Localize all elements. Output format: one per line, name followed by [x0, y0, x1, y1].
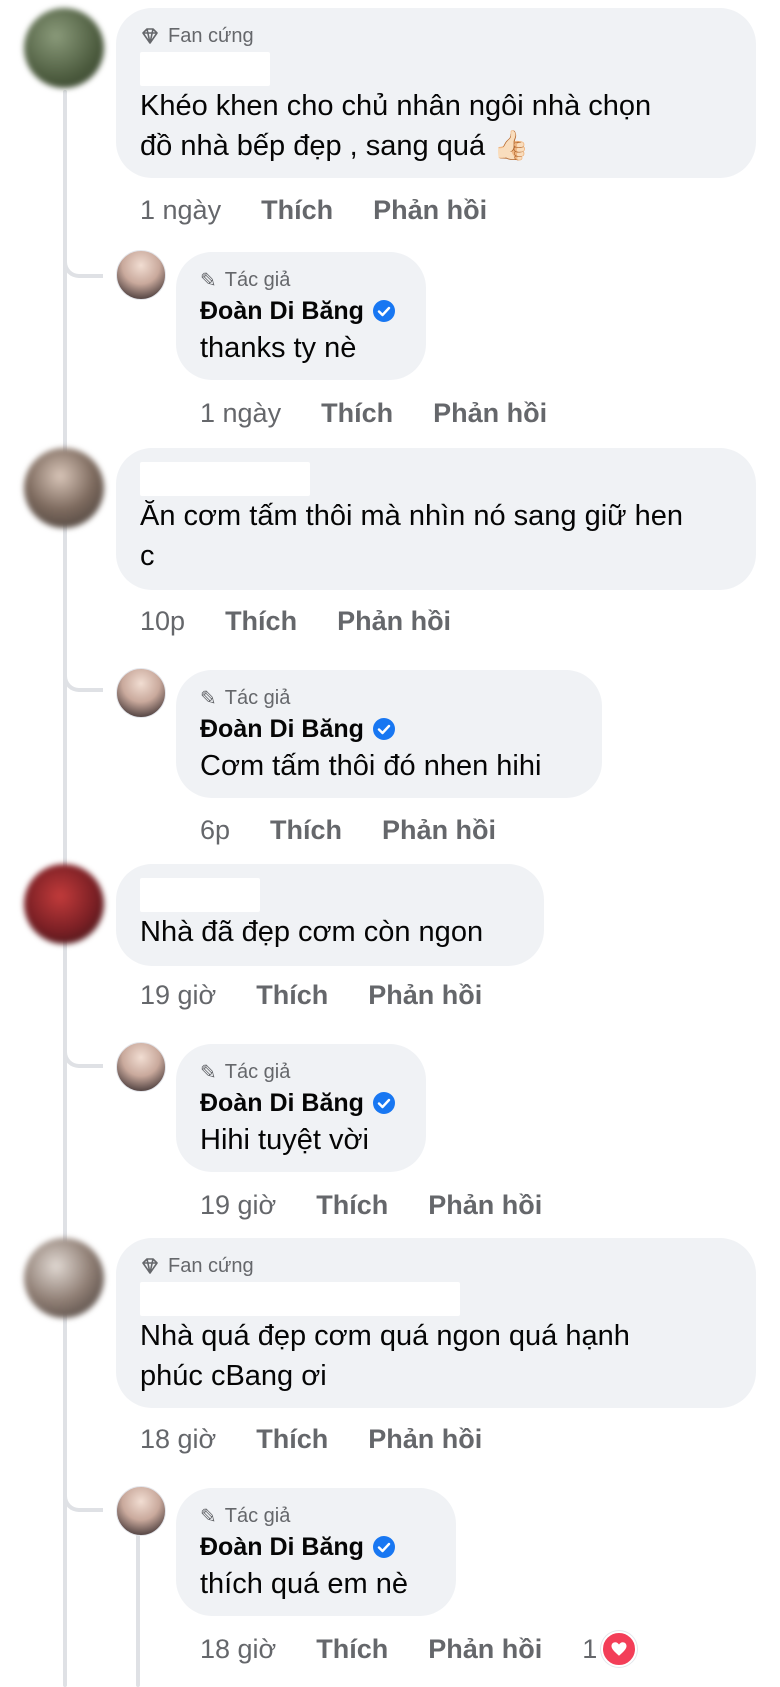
reply-connector: [63, 250, 103, 278]
comment-bubble: Fan cứng Khéo khen cho chủ nhân ngôi nhà…: [116, 8, 756, 178]
comment-text: Khéo khen cho chủ nhân ngôi nhà chọn đồ …: [140, 90, 652, 162]
reply-time[interactable]: 19 giờ: [200, 1190, 276, 1221]
author-badge-label: Tác giả: [224, 1060, 291, 1083]
commenter-avatar[interactable]: [24, 8, 104, 88]
redacted-username: [140, 878, 260, 912]
reply-time[interactable]: 1 ngày: [200, 398, 281, 429]
comment-text: Ăn cơm tấm thôi mà nhìn nó sang giữ hen …: [140, 500, 683, 572]
comment-bubble: Ăn cơm tấm thôi mà nhìn nó sang giữ hen …: [116, 448, 756, 590]
like-button[interactable]: Thích: [225, 606, 297, 637]
author-avatar[interactable]: [116, 1486, 166, 1536]
reply-button[interactable]: Phản hồi: [373, 195, 487, 226]
reply-button[interactable]: Phản hồi: [368, 980, 482, 1011]
comment-text: Nhà đã đẹp cơm còn ngon: [140, 916, 484, 948]
author-name[interactable]: Đoàn Di Băng: [200, 1533, 364, 1562]
like-button[interactable]: Thích: [316, 1634, 388, 1665]
fan-badge: Fan cứng: [140, 1252, 732, 1280]
verified-icon: [372, 300, 395, 322]
comment-time[interactable]: 10p: [140, 606, 185, 637]
comment-actions: 19 giờ Thích Phản hồi: [140, 975, 522, 1015]
author-badge-label: Tác giả: [224, 1504, 291, 1527]
like-button[interactable]: Thích: [270, 815, 342, 846]
comment-actions: 1 ngày Thích Phản hồi: [140, 190, 527, 230]
verified-icon: [372, 1092, 395, 1114]
reaction-summary[interactable]: 1: [582, 1631, 638, 1667]
commenter-avatar[interactable]: [24, 448, 104, 528]
commenter-avatar[interactable]: [24, 1238, 104, 1318]
reply-connector: [63, 1040, 103, 1068]
commenter-avatar[interactable]: [24, 864, 104, 944]
diamond-icon: [142, 1258, 158, 1274]
reply-button[interactable]: Phản hồi: [337, 606, 451, 637]
reply-bubble: ✎ Tác giả Đoàn Di Băng thanks ty nè: [176, 252, 426, 380]
reply-button[interactable]: Phản hồi: [428, 1634, 542, 1665]
like-button[interactable]: Thích: [261, 195, 333, 226]
reply-button[interactable]: Phản hồi: [428, 1190, 542, 1221]
author-name[interactable]: Đoàn Di Băng: [200, 1089, 364, 1118]
author-avatar[interactable]: [116, 1042, 166, 1092]
author-badge: ✎ Tác giả: [200, 1502, 432, 1530]
author-badge: ✎ Tác giả: [200, 266, 402, 294]
reply-bubble: ✎ Tác giả Đoàn Di Băng Cơm tấm thôi đó n…: [176, 670, 602, 798]
comment-time[interactable]: 19 giờ: [140, 980, 216, 1011]
comment-bubble: Nhà đã đẹp cơm còn ngon: [116, 864, 544, 966]
comment-time[interactable]: 1 ngày: [140, 195, 221, 226]
author-name-row: Đoàn Di Băng: [200, 712, 578, 746]
reply-actions: 6p Thích Phản hồi: [200, 810, 536, 850]
reply-button[interactable]: Phản hồi: [433, 398, 547, 429]
author-badge-label: Tác giả: [224, 268, 291, 291]
reply-bubble: ✎ Tác giả Đoàn Di Băng thích quá em nè: [176, 1488, 456, 1616]
reply-time[interactable]: 18 giờ: [200, 1634, 276, 1665]
author-name[interactable]: Đoàn Di Băng: [200, 715, 364, 744]
author-badge-label: Tác giả: [224, 686, 291, 709]
author-name[interactable]: Đoàn Di Băng: [200, 297, 364, 326]
author-avatar[interactable]: [116, 668, 166, 718]
reply-text: thanks ty nè: [200, 332, 357, 364]
comment-bubble: Fan cứng Nhà quá đẹp cơm quá ngon quá hạ…: [116, 1238, 756, 1408]
like-button[interactable]: Thích: [321, 398, 393, 429]
reply-text: Cơm tấm thôi đó nhen hihi: [200, 750, 542, 782]
fan-badge: Fan cứng: [140, 22, 732, 50]
author-badge: ✎ Tác giả: [200, 1058, 402, 1086]
redacted-username: [140, 1282, 460, 1316]
comment-actions: 18 giờ Thích Phản hồi: [140, 1419, 522, 1459]
reply-bubble: ✎ Tác giả Đoàn Di Băng Hihi tuyệt vời: [176, 1044, 426, 1172]
pencil-icon: ✎: [200, 687, 217, 710]
redacted-username: [140, 52, 270, 86]
like-button[interactable]: Thích: [256, 1424, 328, 1455]
reply-button[interactable]: Phản hồi: [368, 1424, 482, 1455]
fan-badge-label: Fan cứng: [168, 24, 254, 47]
reply-actions: 19 giờ Thích Phản hồi: [200, 1185, 582, 1225]
pencil-icon: ✎: [200, 269, 217, 292]
comment-time[interactable]: 18 giờ: [140, 1424, 216, 1455]
heart-icon: [601, 1631, 638, 1667]
reply-text: Hihi tuyệt vời: [200, 1124, 369, 1156]
reply-connector: [63, 664, 103, 692]
author-name-row: Đoàn Di Băng: [200, 1530, 432, 1564]
comment-text: Nhà quá đẹp cơm quá ngon quá hạnh phúc c…: [140, 1320, 630, 1392]
reply-actions: 18 giờ Thích Phản hồi 1: [200, 1629, 638, 1669]
verified-icon: [372, 1536, 395, 1558]
reply-actions: 1 ngày Thích Phản hồi: [200, 393, 587, 433]
reply-time[interactable]: 6p: [200, 815, 230, 846]
comment-actions: 10p Thích Phản hồi: [140, 601, 491, 641]
author-badge: ✎ Tác giả: [200, 684, 578, 712]
verified-icon: [372, 718, 395, 740]
like-button[interactable]: Thích: [256, 980, 328, 1011]
reply-connector: [63, 1484, 103, 1512]
redacted-username: [140, 462, 310, 496]
author-avatar[interactable]: [116, 250, 166, 300]
reply-text: thích quá em nè: [200, 1568, 408, 1600]
reaction-count: 1: [582, 1633, 598, 1664]
reply-button[interactable]: Phản hồi: [382, 815, 496, 846]
fan-badge-label: Fan cứng: [168, 1254, 254, 1277]
pencil-icon: ✎: [200, 1505, 217, 1528]
author-name-row: Đoàn Di Băng: [200, 294, 402, 328]
author-name-row: Đoàn Di Băng: [200, 1086, 402, 1120]
like-button[interactable]: Thích: [316, 1190, 388, 1221]
pencil-icon: ✎: [200, 1061, 217, 1084]
diamond-icon: [142, 28, 158, 44]
